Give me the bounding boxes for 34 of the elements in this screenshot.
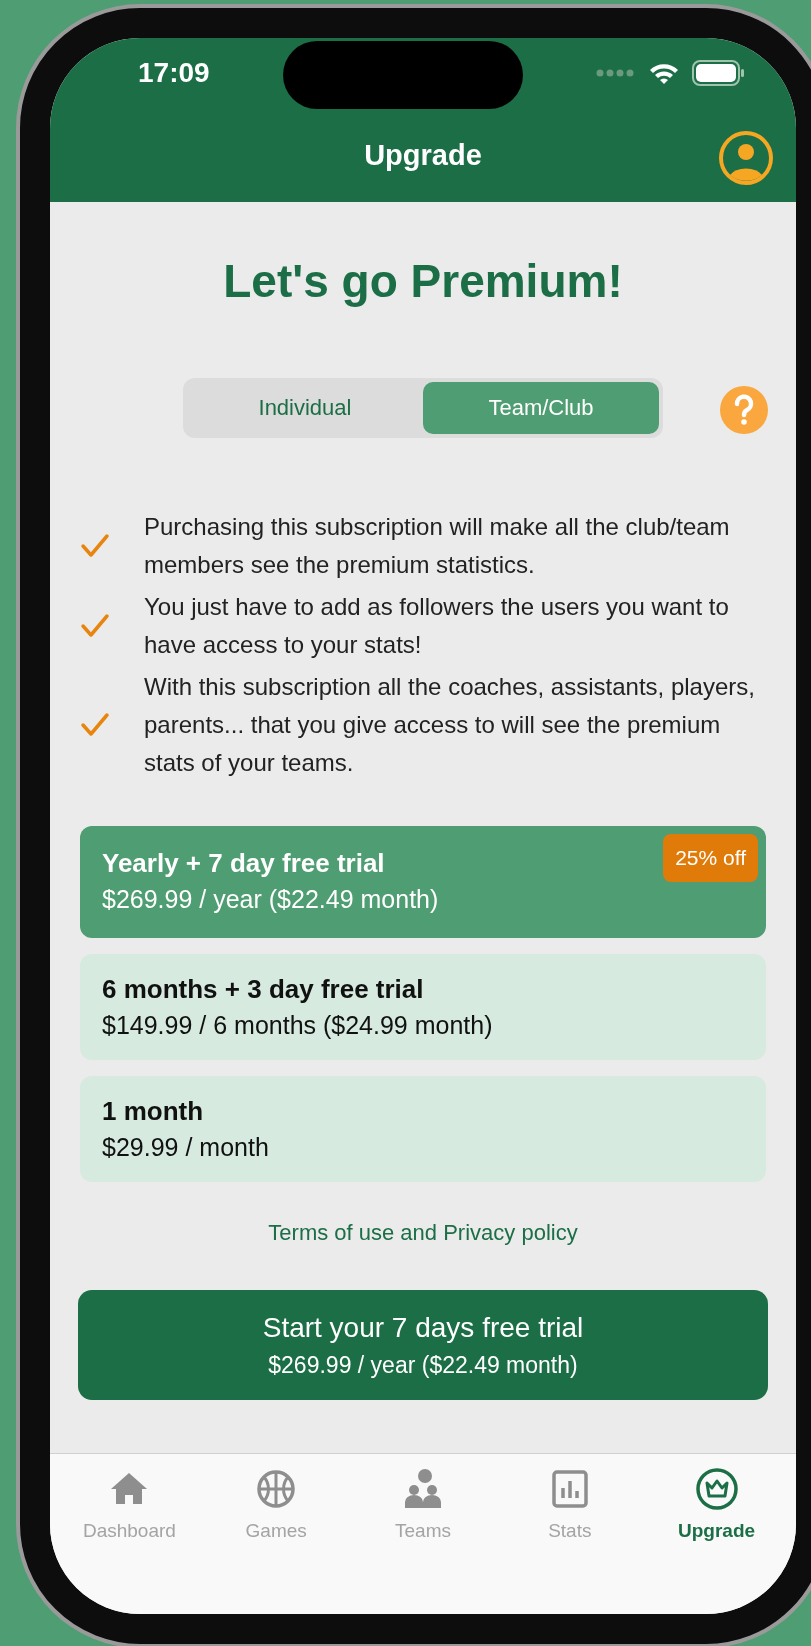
plan-price: $149.99 / 6 months ($24.99 month)	[102, 1011, 494, 1040]
crown-icon	[694, 1468, 739, 1510]
plan-title: 6 months + 3 day free trial	[102, 974, 424, 1005]
battery-icon	[692, 60, 746, 86]
plan-title: Yearly + 7 day free trial	[102, 848, 385, 879]
segment-tab[interactable]: Individual	[187, 382, 423, 434]
plan-option[interactable]: 6 months + 3 day free trial $149.99 / 6 months ($24.99 month)	[80, 954, 766, 1060]
help-icon[interactable]	[720, 386, 768, 434]
tab-item[interactable]: Upgrade	[643, 1464, 790, 1614]
status-time: 17:09	[138, 57, 210, 89]
start-trial-button[interactable]: Start your 7 days free trial $269.99 / year ($22.49 month)	[78, 1290, 768, 1400]
plan-price: $269.99 / year ($22.49 month)	[102, 885, 440, 914]
plan-option[interactable]: 1 month $29.99 / month	[80, 1076, 766, 1182]
screen-title: Upgrade	[364, 138, 482, 172]
segment-tab[interactable]: Team/Club	[423, 382, 659, 434]
discount-badge: 25% off	[663, 834, 758, 882]
tab-item[interactable]: Dashboard	[56, 1464, 203, 1614]
terms-link[interactable]: Terms of use and Privacy policy	[268, 1220, 578, 1246]
tab-item[interactable]: Games	[202, 1464, 350, 1614]
plan-price: $29.99 / month	[102, 1133, 270, 1162]
signal-icon	[596, 68, 636, 78]
check-icon	[80, 613, 110, 639]
headline: Let's go Premium!	[222, 254, 624, 308]
profile-icon[interactable]	[718, 130, 774, 186]
wifi-icon	[648, 61, 680, 85]
plan-title: 1 month	[102, 1096, 204, 1127]
tab-item[interactable]: Stats	[496, 1464, 644, 1614]
tab-item[interactable]: Teams	[349, 1464, 497, 1614]
check-icon	[80, 712, 110, 738]
feature-text: You just have to add as followers the users you want to have access to your stats!	[144, 592, 730, 660]
feature-text: Purchasing this subscription will make all the club/team members see the premium statistics.	[144, 512, 731, 580]
check-icon	[80, 533, 110, 559]
plan-option[interactable]: Yearly + 7 day free trial $269.99 / year ($22.49 month) 25% off	[80, 826, 766, 938]
feature-text: With this subscription all the coaches, assistants, players, parents... that you give access to will see the premium stats of your teams.	[144, 672, 756, 778]
